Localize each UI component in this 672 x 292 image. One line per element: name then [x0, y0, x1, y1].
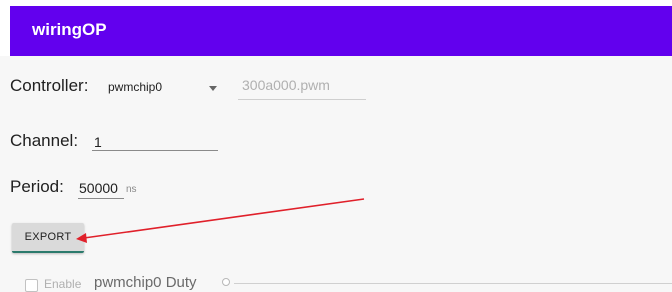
- period-unit: ns: [126, 184, 137, 195]
- channel-label: Channel:: [10, 131, 79, 150]
- controller-address-underline: [238, 99, 366, 100]
- channel-input[interactable]: 1: [94, 134, 102, 150]
- duty-slider-thumb[interactable]: [222, 278, 230, 286]
- controller-select[interactable]: pwmchip0: [108, 80, 162, 94]
- period-input-underline: [78, 198, 124, 199]
- period-input[interactable]: 50000: [79, 180, 118, 196]
- channel-input-underline: [92, 150, 218, 151]
- export-button[interactable]: EXPORT: [12, 223, 84, 253]
- chevron-down-icon[interactable]: [209, 86, 217, 91]
- enable-label: Enable: [44, 277, 82, 291]
- app-window: wiringOP Controller: pwmchip0 300a000.pw…: [0, 0, 672, 292]
- duty-slider-track[interactable]: [234, 283, 672, 284]
- controller-label: Controller:: [10, 76, 89, 95]
- duty-label: pwmchip0 Duty: [94, 274, 197, 291]
- controller-address-field: 300a000.pwm: [242, 77, 330, 93]
- main-content: Controller: pwmchip0 300a000.pwm Channel…: [0, 56, 672, 292]
- period-label: Period:: [10, 177, 64, 196]
- app-bar: wiringOP: [10, 6, 672, 56]
- enable-checkbox[interactable]: [25, 279, 38, 292]
- app-title: wiringOP: [32, 20, 107, 39]
